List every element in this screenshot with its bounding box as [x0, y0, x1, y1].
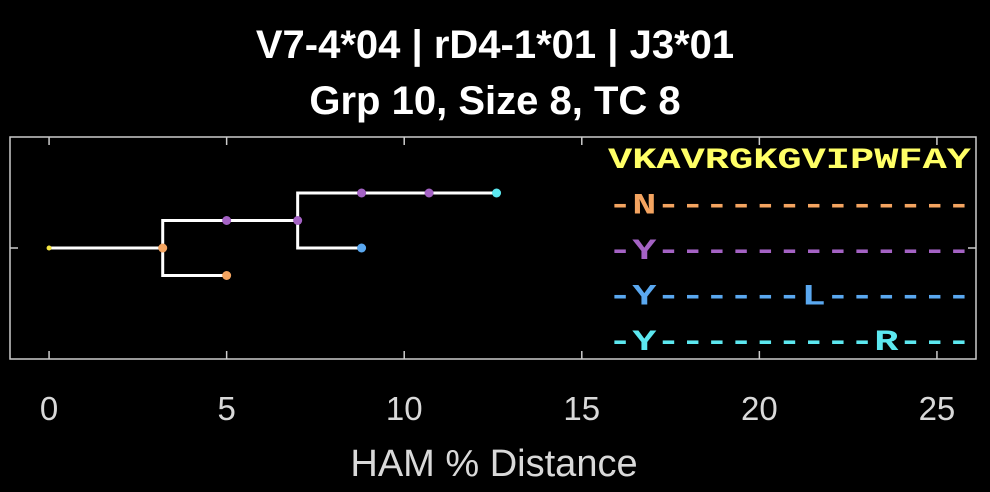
x-tick-label: 15: [563, 390, 600, 427]
tree-edges: [49, 191, 497, 277]
x-axis-label: HAM % Distance: [350, 443, 637, 485]
tree-node: [357, 243, 367, 253]
tree-chart: V7-4*04 | rD4-1*01 | J3*01 Grp 10, Size …: [9, 23, 977, 485]
chart-title-line1: V7-4*04 | rD4-1*01 | J3*01: [256, 23, 734, 67]
x-tick-label: 25: [919, 390, 956, 427]
tree-edge: [296, 191, 362, 221]
tree-node: [222, 271, 232, 280]
tree-edge: [161, 219, 227, 248]
tree-node: [293, 216, 303, 225]
sequence-row: -Y-------------: [608, 235, 971, 269]
x-tick-label: 0: [40, 390, 58, 427]
tree-node: [492, 188, 502, 198]
tree-node: [222, 216, 232, 225]
tree-node: [357, 188, 367, 198]
x-tick-label: 10: [386, 390, 423, 427]
sequence-row: -Y------L------: [608, 281, 971, 315]
tree-nodes: [46, 188, 502, 280]
tree-edge: [296, 220, 362, 250]
x-tick-label: 20: [741, 390, 778, 427]
sequence-row: -Y---------R---: [608, 326, 971, 360]
sequence-row: VKAVRGKGVIPWFAY: [608, 144, 971, 178]
tree-node: [424, 188, 434, 198]
tree-node: [46, 245, 52, 251]
sequence-alignment: VKAVRGKGVIPWFAY -N------------- -Y--------…: [608, 144, 971, 360]
chart-title-line2: Grp 10, Size 8, TC 8: [309, 79, 680, 123]
sequence-row: -N-------------: [608, 190, 971, 224]
tree-node: [158, 243, 168, 253]
tree-edge: [161, 248, 227, 277]
x-tick-label: 5: [217, 390, 235, 427]
